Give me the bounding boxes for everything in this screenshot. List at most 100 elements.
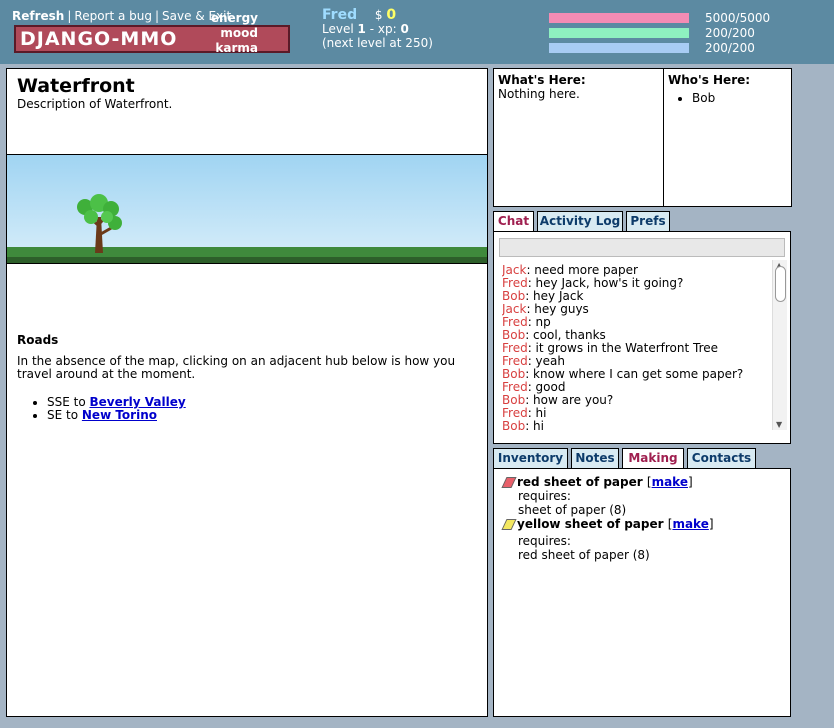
player-info: Fred $ 0 Level 1 - xp: 0 (next level at …	[322, 8, 433, 50]
recipe-name: red sheet of paper	[517, 475, 643, 489]
player-name: Fred	[322, 7, 358, 23]
roads-intro: In the absence of the map, clicking on a…	[17, 354, 456, 381]
tree-image	[7, 194, 487, 263]
chat-text: : how are you?	[525, 393, 614, 407]
road-link-new-torino[interactable]: New Torino	[82, 408, 157, 422]
xp-label: - xp:	[369, 22, 397, 36]
chat-text: : cool, thanks	[525, 328, 606, 342]
chat-text: : hey guys	[526, 302, 589, 316]
level-value: 1	[357, 22, 366, 36]
tab-making[interactable]: Making	[622, 448, 684, 469]
chat-text: : np	[527, 315, 551, 329]
energy-bar	[549, 13, 689, 23]
scroll-down-icon[interactable]: ▼	[776, 420, 782, 429]
chat-sender[interactable]: Bob	[502, 393, 525, 407]
whos-here-list: Bob	[692, 91, 787, 105]
chat-scrollbar[interactable]: ▲ ▼	[772, 260, 787, 430]
whos-here-item[interactable]: Bob	[692, 91, 787, 105]
make-button[interactable]: make	[652, 475, 688, 489]
xp-value: 0	[400, 22, 409, 36]
tab-activity-log[interactable]: Activity Log	[537, 211, 623, 231]
chat-text: : yeah	[527, 354, 566, 368]
making-tabs: Inventory Notes Making Contacts	[493, 448, 791, 469]
location-title: Waterfront	[17, 75, 135, 97]
nav-separator: |	[67, 9, 72, 23]
red-paper-icon	[501, 476, 517, 488]
refresh-link[interactable]: Refresh	[12, 9, 64, 23]
chat-panel: Jack: need more paper Fred: hey Jack, how…	[493, 231, 791, 444]
level-label: Level	[322, 22, 354, 36]
roads-panel: Roads In the absence of the map, clickin…	[6, 263, 488, 717]
whos-here-panel: Who's Here: Bob	[663, 68, 792, 207]
recipe-ingredient: red sheet of paper (8)	[518, 548, 650, 562]
chat-message: Bob: hi	[502, 420, 764, 433]
mood-bar	[549, 28, 689, 38]
chat-sender[interactable]: Fred	[502, 354, 528, 368]
chat-text: : hey Jack	[525, 289, 584, 303]
make-button[interactable]: make	[672, 517, 708, 531]
karma-label: karma	[215, 41, 258, 55]
energy-label: energy	[210, 11, 258, 25]
chat-sender[interactable]: Jack	[502, 302, 526, 316]
chat-text: : it grows in the Waterfront Tree	[527, 341, 719, 355]
karma-value: 200/200	[705, 41, 755, 55]
recipe-requires-label: requires:	[518, 534, 571, 548]
chat-sender[interactable]: Bob	[502, 289, 525, 303]
yellow-paper-icon	[501, 518, 517, 530]
roads-list: SSE to Beverly Valley SE to New Torino	[47, 396, 477, 422]
chat-sender[interactable]: Fred	[502, 380, 528, 394]
location-description: Description of Waterfront.	[17, 97, 173, 111]
chat-log: Jack: need more paper Fred: hey Jack, how…	[502, 264, 764, 434]
whos-here-title: Who's Here:	[668, 73, 751, 87]
tab-prefs[interactable]: Prefs	[626, 211, 670, 231]
location-panel: Waterfront Description of Waterfront.	[6, 68, 488, 155]
nav-separator: |	[155, 9, 160, 23]
mood-value: 200/200	[705, 26, 755, 40]
making-panel: red sheet of paper [make] requires: shee…	[493, 468, 791, 717]
chat-sender[interactable]: Fred	[502, 341, 528, 355]
road-item: SE to New Torino	[47, 409, 477, 422]
chat-sender[interactable]: Fred	[502, 406, 528, 420]
make-wrapper: [make]	[646, 475, 693, 489]
money-symbol: $	[374, 8, 383, 22]
roads-title: Roads	[17, 333, 59, 347]
scroll-thumb[interactable]	[775, 266, 786, 302]
chat-text: : hi	[525, 419, 544, 433]
next-level-text: (next level at 250)	[322, 36, 433, 50]
road-link-beverly-valley[interactable]: Beverly Valley	[90, 395, 186, 409]
header-bar: Refresh | Report a bug | Save & Exit DJANGO-…	[0, 0, 834, 64]
road-direction: SE to	[47, 408, 79, 422]
chat-text: : hey Jack, how's it going?	[527, 276, 684, 290]
chat-sender[interactable]: Bob	[502, 367, 525, 381]
karma-bar	[549, 43, 689, 53]
whats-here-title: What's Here:	[498, 73, 586, 87]
chat-text: : know where I can get some paper?	[525, 367, 744, 381]
energy-value: 5000/5000	[705, 11, 771, 25]
chat-text: : hi	[527, 406, 547, 420]
road-direction: SSE to	[47, 395, 86, 409]
chat-input[interactable]	[499, 238, 785, 257]
recipe-item: yellow sheet of paper [make] requires: r…	[501, 517, 782, 562]
tab-notes[interactable]: Notes	[571, 448, 619, 468]
recipe-requires-label: requires:	[518, 489, 571, 503]
recipe-name: yellow sheet of paper	[517, 517, 664, 531]
report-bug-link[interactable]: Report a bug	[74, 9, 152, 23]
tab-chat[interactable]: Chat	[493, 211, 534, 232]
recipe-ingredient: sheet of paper (8)	[518, 503, 627, 517]
tab-contacts[interactable]: Contacts	[687, 448, 756, 468]
recipe-item: red sheet of paper [make] requires: shee…	[501, 475, 782, 517]
chat-sender[interactable]: Bob	[502, 328, 525, 342]
tab-inventory[interactable]: Inventory	[493, 448, 568, 468]
whats-here-panel: What's Here: Nothing here.	[493, 68, 665, 207]
scene-view	[6, 154, 488, 264]
chat-sender[interactable]: Fred	[502, 276, 528, 290]
money: $ 0	[375, 8, 396, 22]
chat-sender[interactable]: Bob	[502, 419, 525, 433]
mood-label: mood	[220, 26, 258, 40]
money-amount: 0	[386, 7, 397, 23]
whats-here-text: Nothing here.	[498, 87, 580, 101]
chat-tabs: Chat Activity Log Prefs	[493, 211, 791, 232]
make-wrapper: [make]	[667, 517, 714, 531]
chat-sender[interactable]: Fred	[502, 315, 528, 329]
chat-text: : good	[527, 380, 566, 394]
